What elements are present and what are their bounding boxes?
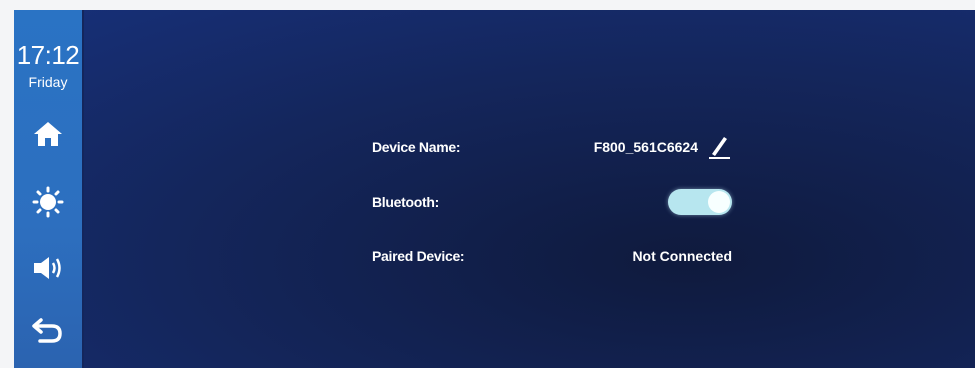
back-icon bbox=[32, 318, 62, 343]
toggle-knob bbox=[708, 191, 730, 213]
bluetooth-label: Bluetooth: bbox=[372, 194, 439, 210]
sidebar: 17:12 Friday bbox=[14, 10, 84, 368]
device-name-value: F800_561C6624 bbox=[593, 139, 698, 155]
volume-button[interactable] bbox=[14, 244, 82, 292]
paired-device-label: Paired Device: bbox=[372, 248, 465, 264]
paired-device-row: Paired Device: Not Connected bbox=[372, 241, 732, 271]
home-button[interactable] bbox=[14, 110, 82, 158]
head-unit-screen: 17:12 Friday Device Name: F800_561C6624 … bbox=[14, 10, 975, 368]
clock-day: Friday bbox=[28, 74, 68, 90]
device-name-label: Device Name: bbox=[372, 139, 461, 155]
volume-icon bbox=[34, 257, 61, 279]
device-name-value-wrap[interactable]: F800_561C6624 bbox=[594, 134, 732, 160]
bluetooth-row: Bluetooth: bbox=[372, 187, 732, 217]
paired-device-value: Not Connected bbox=[632, 248, 732, 264]
brightness-button[interactable] bbox=[14, 178, 82, 226]
brightness-icon bbox=[32, 186, 64, 218]
edit-pencil-icon[interactable] bbox=[706, 134, 732, 160]
back-button[interactable] bbox=[14, 306, 82, 354]
device-name-row: Device Name: F800_561C6624 bbox=[372, 132, 732, 162]
clock-time: 17:12 bbox=[16, 40, 80, 70]
home-icon bbox=[34, 122, 62, 146]
bluetooth-toggle[interactable] bbox=[668, 189, 732, 215]
